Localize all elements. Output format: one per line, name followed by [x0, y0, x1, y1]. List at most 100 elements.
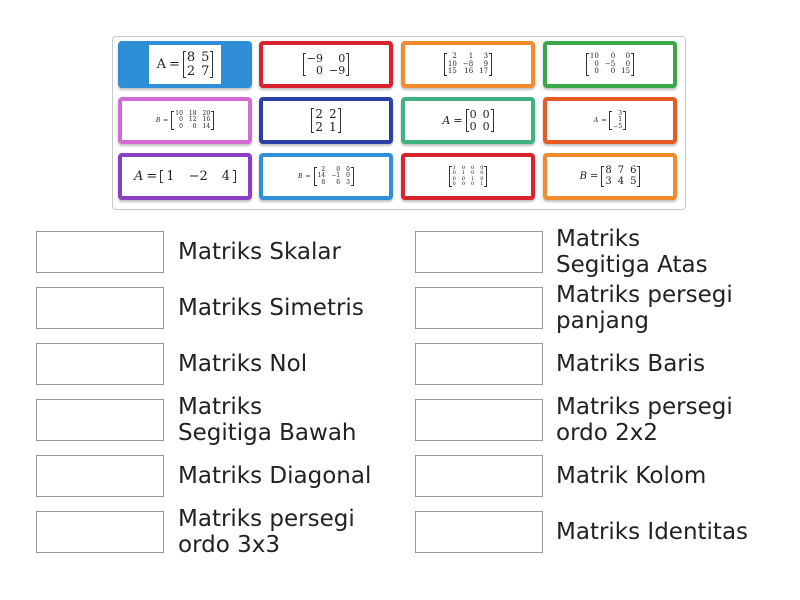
matrix-cell: 0	[192, 122, 197, 130]
target-label: Matriks Baris	[556, 343, 705, 385]
drop-slot-right-5[interactable]	[415, 455, 543, 497]
target-label-text: Matriks Diagonal	[178, 463, 372, 489]
matrix-cell: 5	[201, 49, 210, 65]
matrix-bracket: 1 −2 4	[160, 168, 237, 184]
matrix-name: B	[579, 171, 587, 182]
target-label-text: Matriks persegi ordo 3x3	[178, 506, 355, 558]
drop-slot-left-3[interactable]	[36, 343, 164, 385]
drop-slot-left-1[interactable]	[36, 231, 164, 273]
drop-slot-left-2[interactable]	[36, 287, 164, 329]
matrix-bracket: 10 0 0 0 −5 0 0 0 15	[585, 53, 635, 76]
matrix-expression: A = 1 −2 4	[134, 168, 237, 184]
matrix-tile-7[interactable]: A = 0 0 0 0	[401, 97, 535, 144]
matrix-tile-1[interactable]: A = 8 5 2 7	[118, 41, 252, 88]
matrix-bracket: 876 345	[601, 165, 641, 187]
matrix-cell: 4	[221, 168, 231, 184]
matrix-tile-11[interactable]: 1000010000100001	[401, 153, 535, 200]
matrix-cell: 0	[461, 180, 465, 187]
equals-sign: =	[601, 116, 607, 124]
matrix-tile-4[interactable]: 10 0 0 0 −5 0 0 0 15	[543, 41, 677, 88]
equals-sign: =	[163, 116, 169, 124]
matrix-cell: 6	[336, 178, 341, 186]
drop-slot-right-2[interactable]	[415, 287, 543, 329]
matrix-name: B	[298, 172, 303, 180]
matrix-bracket: 2 0 0 14 −1 0 8 6 3	[313, 166, 355, 186]
drop-slot-right-1[interactable]	[415, 231, 543, 273]
matrix-bracket: 8527	[182, 49, 214, 79]
matrix-cell: 0	[469, 119, 477, 133]
matrix-bracket: 2 1 3 10 −8 9 15 16 17	[443, 53, 493, 76]
matrix-bracket: −9 0 0 −9	[302, 51, 350, 77]
matrix-cell: 0	[471, 180, 475, 187]
drop-slot-left-6[interactable]	[36, 511, 164, 553]
target-label-text: Matriks Nol	[178, 351, 308, 377]
matrix-cell: 0	[452, 180, 456, 187]
matrix-tile-3[interactable]: 2 1 3 10 −8 9 15 16 17	[401, 41, 535, 88]
matrix-cell: 15	[621, 67, 631, 76]
matrix-cell: 8	[321, 178, 326, 186]
drop-slot-left-4[interactable]	[36, 399, 164, 441]
matrix-cell: 4	[617, 175, 625, 187]
target-label: Matriks Segitiga Bawah	[178, 394, 357, 446]
matrix-tile-2[interactable]: −9 0 0 −9	[259, 41, 393, 88]
equals-sign: =	[453, 114, 463, 127]
matrix-expression: B = 10 18 20 0 12 16 0 0 14	[156, 110, 215, 130]
target-label-text: Matriks Segitiga Bawah	[178, 394, 357, 446]
matrix-tile-9[interactable]: A = 1 −2 4	[118, 153, 252, 200]
matrix-bracket: 10 18 20 0 12 16 0 0 14	[171, 110, 215, 130]
matrix-tile-10[interactable]: B = 2 0 0 14 −1 0 8 6 3	[259, 153, 393, 200]
matrix-bracket: 1000010000100001	[448, 165, 488, 187]
matrix-cell: 6	[630, 165, 637, 176]
matrix-name: A	[442, 114, 451, 127]
drop-slot-left-5[interactable]	[36, 455, 164, 497]
target-label: Matriks Diagonal	[178, 455, 371, 497]
equals-sign: =	[305, 172, 311, 180]
matrix-cell: 3	[346, 178, 350, 186]
drop-slot-right-3[interactable]	[415, 343, 543, 385]
matrix-cell: 17	[479, 67, 489, 76]
matrix-cell: 2	[315, 106, 323, 121]
matrix-cell: 16	[464, 67, 474, 76]
target-label-text: Matrik Kolom	[556, 463, 707, 489]
matrix-expression: A = 0 0 0 0	[442, 109, 494, 133]
target-label-text: Matriks Simetris	[178, 295, 364, 321]
matrix-cell: −9	[306, 51, 323, 65]
target-label: Matriks Simetris	[178, 287, 364, 329]
matrix-cell: 5	[630, 175, 637, 187]
equals-sign: =	[589, 171, 599, 182]
drop-slot-right-4[interactable]	[415, 399, 543, 441]
matrix-cell: −5	[613, 122, 623, 130]
matrix-cell: 1	[480, 180, 484, 187]
target-label-text: Matriks Identitas	[556, 519, 749, 545]
matrix-cell: −2	[188, 168, 208, 184]
matrix-bracket: 3 1 −5	[609, 110, 627, 130]
matrix-expression: 2221	[311, 106, 341, 134]
target-label: Matriks persegi ordo 2x2	[556, 394, 733, 446]
target-label: Matriks Segitiga Atas	[556, 226, 708, 278]
matrix-cell: 0	[610, 67, 616, 76]
target-label: Matriks Nol	[178, 343, 307, 385]
equals-sign: =	[146, 169, 158, 184]
matrix-cell: 1	[166, 168, 175, 184]
target-label-text: Matriks persegi ordo 2x2	[556, 394, 733, 446]
matrix-tile-6[interactable]: 2221	[259, 97, 393, 144]
matrix-cell: 0	[338, 51, 346, 65]
matrix-cell: 0	[179, 122, 183, 130]
matrix-tile-8[interactable]: A = 3 1 −5	[543, 97, 677, 144]
drop-slot-right-6[interactable]	[415, 511, 543, 553]
target-label: Matriks persegi ordo 3x3	[178, 506, 355, 558]
matrix-expression: 10 0 0 0 −5 0 0 0 15	[585, 53, 635, 76]
matrix-expression: A = 3 1 −5	[594, 110, 627, 130]
matrix-cell: 0	[482, 119, 490, 133]
matrix-cell: 1	[329, 119, 337, 134]
matrix-cell: 15	[447, 67, 457, 76]
matrix-cell: 14	[202, 122, 211, 130]
matrix-cell: 7	[617, 165, 625, 176]
target-label: Matriks Skalar	[178, 231, 341, 273]
matrix-tile-5[interactable]: B = 10 18 20 0 12 16 0 0 14	[118, 97, 252, 144]
target-label: Matriks Identitas	[556, 511, 748, 553]
matrix-cell: 2	[329, 106, 337, 121]
target-label: Matriks persegi panjang	[556, 282, 733, 334]
matrix-tile-12[interactable]: B = 8 7 6 3 4 5	[543, 153, 677, 200]
matrix-cell: 0	[316, 63, 323, 77]
